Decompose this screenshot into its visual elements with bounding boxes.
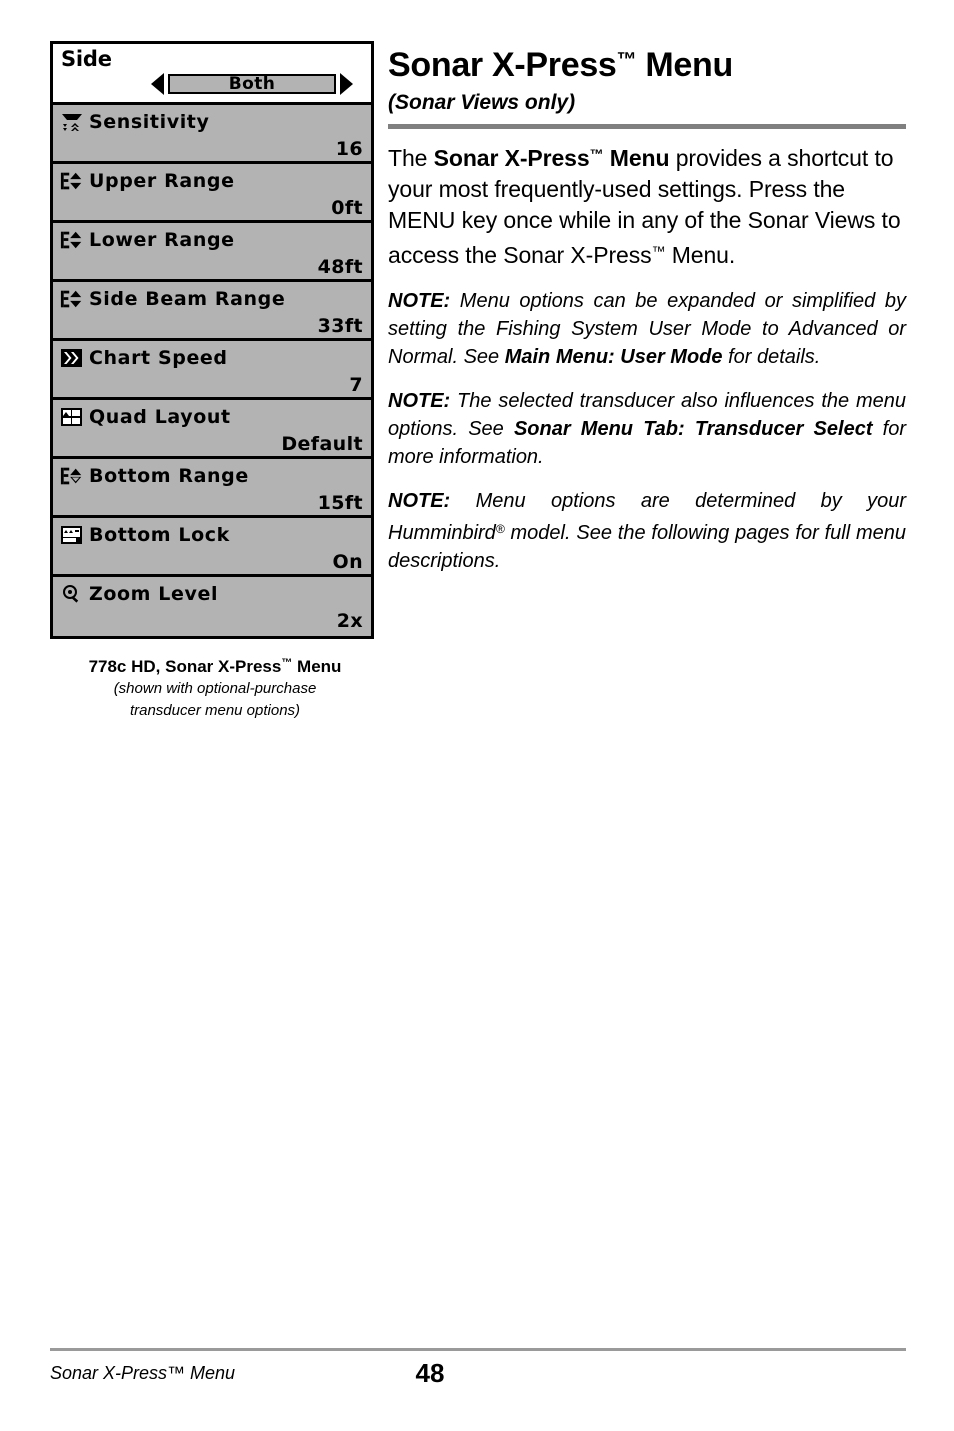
intro-bold-menu: Menu (603, 145, 670, 171)
registered-symbol: ® (495, 522, 505, 536)
menu-row-upper-range[interactable]: Upper Range 0ft (53, 164, 371, 223)
note-label: NOTE: (388, 390, 451, 412)
intro-paragraph: The Sonar X-Press™ Menu provides a short… (388, 139, 906, 271)
menu-row-value: 16 (335, 138, 363, 160)
page-title-text: Sonar X-Press (388, 46, 617, 84)
menu-row-value: 15ft (317, 492, 363, 514)
intro-seg6: Menu. (665, 242, 736, 268)
menu-row-value: 0ft (331, 197, 363, 219)
zoom-level-icon (60, 583, 84, 605)
menu-row-value: 7 (349, 374, 363, 396)
article-column: Sonar X-Press™ Menu (Sonar Views only) T… (388, 41, 906, 591)
trademark-symbol: ™ (651, 243, 666, 259)
menu-row-bottom-range[interactable]: Bottom Range 15ft (53, 459, 371, 518)
note-reference-2: Sonar Menu Tab: Transducer Select (513, 418, 873, 440)
menu-row-value: On (332, 551, 363, 573)
intro-bold-product: Sonar X-Press (433, 145, 590, 171)
note-paragraph-2: NOTE: The selected transducer also influ… (388, 387, 906, 471)
sonar-xpress-menu-screenshot: Side Both Sensitivity 16 Upper Range 0ft… (50, 41, 374, 639)
note-label: NOTE: (388, 290, 451, 312)
note-text-1-tail: for details. (722, 346, 821, 368)
menu-row-lower-range[interactable]: Lower Range 48ft (53, 223, 371, 282)
menu-row-label: Sensitivity (89, 111, 210, 133)
menu-row-label: Bottom Range (89, 465, 249, 487)
manual-page: Side Both Sensitivity 16 Upper Range 0ft… (0, 0, 954, 1431)
bottom-lock-icon (60, 524, 84, 546)
menu-row-label: Chart Speed (89, 347, 228, 369)
menu-row-label: Bottom Lock (89, 524, 230, 546)
note-paragraph-1: NOTE: Menu options can be expanded or si… (388, 287, 906, 371)
menu-row-zoom-level[interactable]: Zoom Level 2x (53, 577, 371, 636)
right-arrow-icon[interactable] (340, 73, 353, 95)
menu-row-sensitivity[interactable]: Sensitivity 16 (53, 105, 371, 164)
menu-header-selector[interactable]: Both (53, 72, 371, 96)
side-beam-range-icon (60, 288, 84, 310)
menu-row-value: Default (281, 433, 363, 455)
left-arrow-icon[interactable] (151, 73, 164, 95)
menu-header-title: Side (61, 47, 112, 71)
upper-range-icon (60, 170, 84, 192)
footer-divider (50, 1348, 906, 1351)
menu-row-value: 48ft (317, 256, 363, 278)
heading-divider (388, 124, 906, 129)
selector-value-box[interactable]: Both (168, 74, 336, 94)
menu-row-chart-speed[interactable]: Chart Speed 7 (53, 341, 371, 400)
figure-caption: 778c HD, Sonar X-Press™ Menu (shown with… (50, 653, 380, 721)
figure-caption-subtext-line2: transducer menu options) (129, 702, 301, 719)
note-paragraph-3: NOTE: Menu options are determined by you… (388, 487, 906, 575)
page-title: Sonar X-Press™ Menu (388, 41, 906, 84)
menu-row-label: Quad Layout (89, 406, 231, 428)
trademark-symbol: ™ (281, 657, 293, 669)
caption-title-text: 778c HD, Sonar X-Press (88, 657, 282, 676)
menu-header: Side Both (53, 44, 371, 105)
menu-row-bottom-lock[interactable]: Bottom Lock On (53, 518, 371, 577)
lower-range-icon (60, 229, 84, 251)
menu-row-label: Side Beam Range (89, 288, 286, 310)
chart-speed-icon (60, 347, 84, 369)
figure-caption-title: 778c HD, Sonar X-Press™ Menu (50, 653, 380, 677)
menu-row-label: Lower Range (89, 229, 235, 251)
note-label: NOTE: (388, 490, 451, 512)
selector-value-label: Both (228, 73, 276, 94)
menu-row-value: 2x (336, 610, 363, 632)
caption-title-suffix: Menu (292, 657, 342, 676)
menu-row-label: Upper Range (89, 170, 235, 192)
figure-column: Side Both Sensitivity 16 Upper Range 0ft… (50, 41, 380, 721)
quad-layout-icon (60, 406, 84, 428)
page-footer: Sonar X-Press™ Menu 48 (50, 1348, 906, 1389)
intro-seg1: The (388, 145, 434, 171)
bottom-range-icon (60, 465, 84, 487)
menu-row-value: 33ft (317, 315, 363, 337)
sensitivity-icon (60, 111, 84, 133)
page-title-suffix: Menu (636, 46, 733, 84)
menu-row-side-beam-range[interactable]: Side Beam Range 33ft (53, 282, 371, 341)
menu-row-quad-layout[interactable]: Quad Layout Default (53, 400, 371, 459)
note-reference-1: Main Menu: User Mode (504, 346, 723, 368)
page-number: 48 (415, 1358, 445, 1388)
page-subtitle: (Sonar Views only) (388, 91, 576, 114)
menu-row-label: Zoom Level (89, 583, 219, 605)
figure-caption-subtext-line1: (shown with optional-purchase (113, 680, 317, 697)
trademark-symbol: ™ (616, 49, 637, 71)
trademark-symbol: ™ (589, 146, 604, 162)
